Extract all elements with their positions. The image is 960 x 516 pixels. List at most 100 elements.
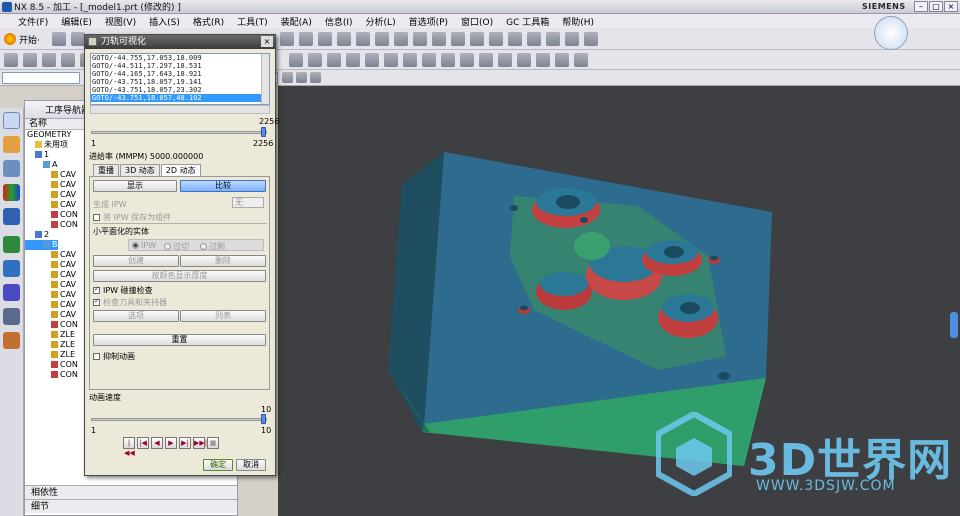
animation-speed-track[interactable] (91, 418, 267, 421)
step-forward-button[interactable]: ▶| (179, 437, 191, 449)
toolbar-tool-icon[interactable] (508, 32, 522, 46)
toolbar-tool-icon[interactable] (356, 32, 370, 46)
menu-file[interactable]: 文件(F) (18, 15, 48, 28)
menu-window[interactable]: 窗口(O) (461, 15, 493, 28)
toolbar-tool-icon[interactable] (422, 53, 436, 67)
tree-item[interactable]: A (25, 160, 57, 170)
stop-button[interactable]: ■ (207, 437, 219, 449)
tree-item[interactable]: CAV (25, 290, 76, 300)
toolbar-tool-icon[interactable] (42, 53, 56, 67)
thickness-color-button[interactable]: 按颜色显示厚度 (93, 270, 266, 282)
step-slider-thumb[interactable] (261, 127, 266, 137)
tree-item[interactable]: 未用项 (25, 140, 68, 150)
type-filter-dropdown[interactable] (2, 72, 80, 84)
dialog-close-button[interactable]: × (261, 36, 273, 47)
menu-format[interactable]: 格式(R) (193, 15, 224, 28)
save-ipw-checkbox[interactable]: 将 IPW 保存为组件 (93, 212, 171, 223)
toolbar-tool-icon[interactable] (413, 32, 427, 46)
toolbar-tool-icon[interactable] (451, 32, 465, 46)
display-button[interactable]: 显示 (93, 180, 177, 192)
toolbar-tool-icon[interactable] (327, 53, 341, 67)
minimize-button[interactable]: – (914, 1, 928, 12)
toolbar-tool-icon[interactable] (432, 32, 446, 46)
ok-button[interactable]: 确定 (203, 459, 233, 471)
tree-item[interactable]: CON (25, 360, 78, 370)
generate-ipw-dropdown[interactable]: 无 (232, 197, 264, 208)
cancel-button[interactable]: 取消 (236, 459, 266, 471)
tree-item[interactable]: CAV (25, 260, 76, 270)
tree-item[interactable]: ZLE (25, 350, 75, 360)
dependencies-panel[interactable]: 相依性 (25, 485, 237, 499)
radio-excess[interactable]: 过剩 (200, 241, 225, 252)
tab-3d-dynamic[interactable]: 3D 动态 (120, 164, 160, 176)
list-item[interactable]: GOTO/-44.165,17.643,18.921 (91, 70, 269, 78)
toolbar-tool-icon[interactable] (517, 53, 531, 67)
toolbar-tool-icon[interactable] (23, 53, 37, 67)
toolbar-tool-icon[interactable] (375, 32, 389, 46)
selection-filter-icon[interactable] (296, 72, 307, 83)
menu-insert[interactable]: 插入(S) (149, 15, 180, 28)
tree-item[interactable]: CAV (25, 170, 76, 180)
tree-item[interactable]: CAV (25, 300, 76, 310)
toolbar-tool-icon[interactable] (308, 53, 322, 67)
delete-button[interactable]: 删除 (180, 255, 266, 267)
tree-item[interactable]: CAV (25, 280, 76, 290)
options-button[interactable]: 选项 (93, 310, 179, 322)
menu-help[interactable]: 帮助(H) (562, 15, 594, 28)
tab-2d-dynamic[interactable]: 2D 动态 (160, 164, 201, 176)
toolbar-tool-icon[interactable] (365, 53, 379, 67)
ipw-collision-checkbox[interactable]: IPW 碰撞检查 (93, 285, 153, 296)
step-back-button[interactable]: |◀ (137, 437, 149, 449)
toolbar-tool-icon[interactable] (441, 53, 455, 67)
list-item-selected[interactable]: GOTO/-43.751,18.057,48.102 (91, 94, 269, 102)
toolbar-tool-icon[interactable] (346, 53, 360, 67)
tree-item[interactable]: CAV (25, 250, 76, 260)
viewport-scroll-handle[interactable] (950, 312, 958, 338)
toolbar-tool-icon[interactable] (498, 53, 512, 67)
toolbar-tool-icon[interactable] (489, 32, 503, 46)
play-reverse-button[interactable]: ◀ (151, 437, 163, 449)
toolbar-tool-icon[interactable] (555, 53, 569, 67)
process-studio-icon[interactable] (3, 284, 20, 301)
tree-item[interactable]: CAV (25, 190, 76, 200)
details-panel[interactable]: 细节 (25, 499, 237, 513)
close-button[interactable]: × (944, 1, 958, 12)
toolbar-tool-icon[interactable] (384, 53, 398, 67)
toolbar-tool-icon[interactable] (574, 53, 588, 67)
menu-preferences[interactable]: 首选项(P) (409, 15, 448, 28)
tree-item[interactable]: CAV (25, 270, 76, 280)
list-item[interactable]: GOTO/-43.751,18.057,19.141 (91, 78, 269, 86)
tree-item[interactable]: CON (25, 210, 78, 220)
selection-filter-icon[interactable] (282, 72, 293, 83)
reset-button[interactable]: 重置 (93, 334, 266, 346)
roles-icon[interactable] (3, 332, 20, 349)
list-hscrollbar[interactable] (90, 105, 270, 114)
tree-item[interactable]: B (25, 240, 58, 250)
toolbar-tool-icon[interactable] (289, 53, 303, 67)
web-browser-icon[interactable] (3, 208, 20, 225)
graphics-window[interactable]: 3D世界网 WWW.3DSJW.COM (278, 16, 960, 516)
machine-tool-navigator-icon[interactable] (3, 136, 20, 153)
toolbar-tool-icon[interactable] (403, 53, 417, 67)
history-icon[interactable] (3, 236, 20, 253)
toolbar-tool-icon[interactable] (546, 32, 560, 46)
selection-filter-icon[interactable] (310, 72, 321, 83)
menu-gc-toolbox[interactable]: GC 工具箱 (506, 15, 549, 28)
tree-item[interactable]: CON (25, 370, 78, 380)
list-button[interactable]: 列表 (180, 310, 266, 322)
toolbar-tool-icon[interactable] (394, 32, 408, 46)
toolbar-tool-icon[interactable] (4, 53, 18, 67)
tree-item[interactable]: CON (25, 320, 78, 330)
menu-analysis[interactable]: 分析(L) (366, 15, 396, 28)
menu-tools[interactable]: 工具(T) (237, 15, 268, 28)
toolbar-tool-icon[interactable] (52, 32, 66, 46)
radio-ipw[interactable]: IPW (132, 241, 156, 250)
suppress-animation-checkbox[interactable]: 抑制动画 (93, 351, 135, 362)
maximize-button[interactable]: □ (929, 1, 943, 12)
tree-item[interactable]: CAV (25, 200, 76, 210)
toolbar-tool-icon[interactable] (470, 32, 484, 46)
animation-speed-thumb[interactable] (261, 414, 266, 424)
tree-item[interactable]: 2 (25, 230, 49, 240)
menu-assembly[interactable]: 装配(A) (281, 15, 312, 28)
list-scrollbar[interactable] (261, 54, 269, 104)
